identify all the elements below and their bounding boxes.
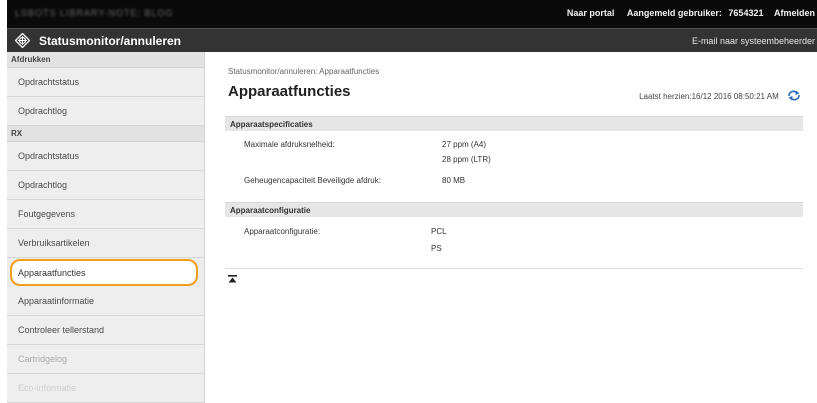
sidebar-item-consumables[interactable]: Verbruiksartikelen	[7, 229, 204, 258]
max-print-speed-label: Maximale afdruksnelheid:	[244, 140, 335, 149]
page-title: Apparaatfuncties	[228, 83, 351, 100]
secure-print-memory-label: Geheugencapaciteit Beveiligde afdruk:	[244, 176, 381, 185]
max-print-speed-ltr: 28 ppm (LTR)	[442, 155, 491, 164]
sidebar-item-device-info[interactable]: Apparaatinformatie	[7, 287, 204, 316]
sidebar-item-error-info[interactable]: Foutgegevens	[7, 200, 204, 229]
section-device-configuration: Apparaatconfiguratie	[225, 202, 803, 217]
refresh-icon[interactable]	[787, 90, 801, 101]
section-device-specifications: Apparaatspecificaties	[225, 116, 803, 131]
device-config-label: Apparaatconfiguratie:	[244, 227, 321, 236]
portal-link[interactable]: Naar portal	[567, 8, 615, 18]
breadcrumb: Statusmonitor/annuleren: Apparaatfunctie…	[228, 67, 380, 76]
sidebar-item-device-features[interactable]: Apparaatfuncties	[10, 259, 198, 286]
sidebar-item-rx-job-log[interactable]: Opdrachtlog	[7, 171, 204, 200]
logged-in-user-label: Aangemeld gebruiker:	[626, 8, 722, 18]
max-print-speed-a4: 27 ppm (A4)	[442, 140, 487, 149]
secure-print-memory-value: 80 MB	[442, 176, 466, 185]
last-updated: Laatst herzien:16/12 2016 08:50:21 AM	[639, 90, 801, 101]
sidebar-item-check-counter[interactable]: Controleer tellerstand	[7, 316, 204, 345]
diamond-logo-icon	[15, 33, 30, 48]
sidebar-group-rx: RX	[7, 126, 204, 142]
top-bar: LSBOTS LIBRARY-NOTE: BLOG Naar portal Aa…	[7, 0, 817, 28]
sidebar-item-print-job-status[interactable]: Opdrachtstatus	[7, 68, 204, 97]
top-bar-right: Naar portal Aangemeld gebruiker: 7654321…	[557, 8, 815, 18]
logged-in-user-id: 7654321	[728, 8, 764, 18]
sidebar-item-print-job-log[interactable]: Opdrachtlog	[7, 97, 204, 126]
sidebar: Afdrukken Opdrachtstatus Opdrachtlog RX …	[7, 52, 205, 403]
email-admin-link[interactable]: E-mail naar systeembeheerder	[692, 36, 815, 46]
sidebar-item-rx-job-status[interactable]: Opdrachtstatus	[7, 142, 204, 171]
blurred-header-text: LSBOTS LIBRARY-NOTE: BLOG	[15, 8, 174, 18]
back-to-top-icon[interactable]	[228, 275, 237, 284]
device-config-pcl: PCL	[431, 227, 447, 236]
logout-link[interactable]: Afmelden	[774, 8, 815, 18]
main-content: Statusmonitor/annuleren: Apparaatfunctie…	[224, 52, 809, 403]
sidebar-item-cartridge-log[interactable]: Cartridgelog	[7, 345, 204, 374]
last-updated-text: Laatst herzien:16/12 2016 08:50:21 AM	[639, 92, 779, 101]
sidebar-item-eco-info[interactable]: Eco-informatie	[7, 374, 204, 403]
title-bar: Statusmonitor/annuleren E-mail naar syst…	[7, 28, 817, 52]
sidebar-group-print: Afdrukken	[7, 52, 204, 68]
device-config-ps: PS	[431, 244, 442, 253]
app-title: Statusmonitor/annuleren	[39, 34, 182, 48]
content-divider	[225, 268, 803, 269]
